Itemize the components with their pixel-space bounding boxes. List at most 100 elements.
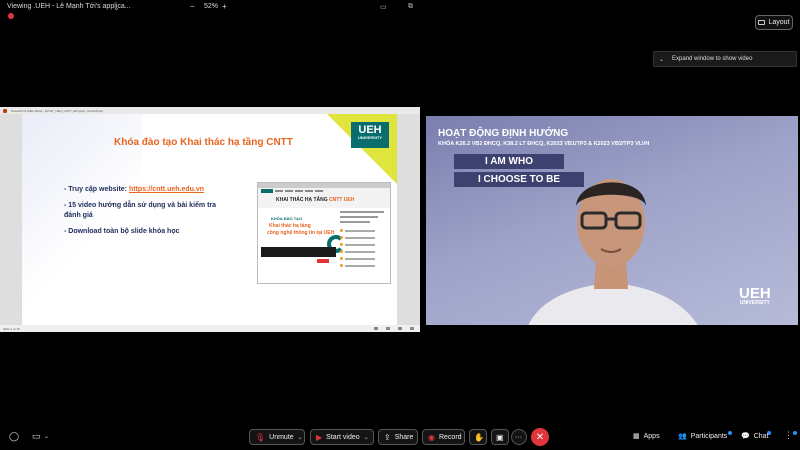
apps-button[interactable]: ▦ Apps	[633, 432, 660, 441]
mic-muted-icon: 🎙	[255, 432, 266, 442]
participants-button[interactable]: 👥 Participants	[678, 432, 728, 441]
participants-label: Participants	[690, 432, 728, 440]
course-card-title-2: công nghệ thông tin tại UEH	[267, 230, 335, 236]
chat-icon: 💬	[741, 433, 750, 440]
website-logo	[261, 189, 273, 193]
website-sidebar	[340, 211, 388, 281]
chat-label: Chat	[753, 432, 769, 440]
website-hero: KHAI THÁC HẠ TẦNG CNTT UEH	[258, 194, 390, 208]
record-label: Record	[438, 433, 462, 441]
slide-bullet-list: - Truy cập website: https://cntt.ueh.edu…	[64, 185, 234, 244]
chat-button[interactable]: 💬 Chat	[741, 432, 769, 441]
zoom-out-button[interactable]: −	[190, 2, 195, 11]
zoom-in-button[interactable]: +	[222, 2, 227, 11]
expand-window-label: Expand window to show video	[672, 56, 753, 62]
list-item: - 15 video hướng dẫn sử dụng và bài kiểm…	[64, 201, 234, 220]
video-ueh-logo-text: UEH	[739, 285, 771, 302]
screen-icon: ▣	[496, 432, 504, 442]
view-icons	[374, 327, 414, 330]
layout-label: Layout	[768, 19, 790, 26]
participant-video[interactable]: HOẠT ĐỘNG ĐỊNH HƯỚNG KHÓA K26.2 VB2 ĐHCQ…	[426, 116, 798, 325]
website-screenshot: KHAI THÁC HẠ TẦNG CNTT UEH KHÓA ĐÀO TẠO …	[257, 182, 391, 284]
unmute-label: Unmute	[269, 433, 294, 441]
cta-button-shape	[317, 259, 329, 263]
video-backdrop-title: HOẠT ĐỘNG ĐỊNH HƯỚNG	[438, 128, 569, 139]
restore-window-icon[interactable]: ▭	[380, 3, 387, 11]
video-ueh-logo: UEH UNIVERSITY	[739, 286, 771, 306]
slideshow-view-icon[interactable]	[410, 327, 414, 330]
video-strip	[261, 247, 336, 257]
notification-dot	[793, 431, 797, 435]
meeting-toolbar: ◯ ▭ ⌄ 🎙 Unmute ⌄ ▶ Start video ⌄ ⇪ Share…	[0, 424, 800, 450]
participants-icon: 👥	[678, 433, 687, 440]
security-icon[interactable]: ◯	[9, 431, 19, 442]
chevron-down-icon[interactable]: ⌄	[298, 434, 303, 441]
text-line	[340, 216, 378, 218]
nav-item	[285, 190, 293, 192]
list-item-text: - Download toàn bộ slide khóa học	[64, 228, 180, 236]
more-options-icon-button[interactable]: ▣	[491, 429, 509, 445]
reactions-button[interactable]: ✋	[469, 429, 487, 445]
slide: UEH UNIVERSITY Khóa đào tạo Khai thác hạ…	[22, 114, 397, 325]
captions-icon[interactable]: ▭	[32, 431, 41, 442]
more-button[interactable]: ···	[511, 429, 527, 445]
checklist-item	[340, 229, 388, 232]
layout-icon	[758, 20, 766, 25]
website-headline-accent: CNTT UEH	[329, 197, 355, 203]
apps-label: Apps	[643, 432, 660, 440]
more-icon: ···	[515, 433, 522, 441]
course-card-title-1: Khai thác hạ tầng	[269, 223, 311, 229]
chevron-down-icon[interactable]: ⌄	[44, 433, 49, 440]
reactions-icon: ✋	[474, 432, 484, 442]
checklist-item	[340, 236, 388, 239]
reading-view-icon[interactable]	[398, 327, 402, 330]
chevron-down-icon[interactable]: ⌄	[364, 434, 369, 441]
list-item-text: - 15 video hướng dẫn sử dụng và bài kiểm…	[64, 202, 217, 219]
website-headline: KHAI THÁC HẠ TẦNG CNTT UEH	[276, 197, 354, 203]
record-icon: ◉	[428, 432, 435, 442]
expand-window-bar[interactable]: ⌄ Expand window to show video	[653, 51, 797, 67]
powerpoint-title: PowerPoint Slide Show - [GTHT_UEH_CNTT_H…	[11, 108, 103, 113]
ueh-logo-subtext: UNIVERSITY	[357, 135, 382, 140]
checklist-item	[340, 243, 388, 246]
start-video-label: Start video	[326, 433, 360, 441]
powerpoint-icon	[3, 108, 7, 113]
website-course-card: KHÓA ĐÀO TẠO Khai thác hạ tầng công nghệ…	[261, 211, 345, 279]
checklist-item	[340, 250, 388, 253]
list-item-text: - Truy cập website:	[64, 186, 129, 193]
record-button[interactable]: ◉ Record	[422, 429, 465, 445]
checklist-item	[340, 264, 388, 267]
list-item: - Download toàn bộ slide khóa học	[64, 227, 234, 236]
text-line	[340, 221, 370, 223]
video-off-icon: ▶	[316, 432, 323, 442]
course-card-label: KHÓA ĐÀO TẠO	[271, 216, 303, 221]
shared-screen: PowerPoint Slide Show - [GTHT_UEH_CNTT_H…	[0, 107, 420, 332]
slide-title: Khóa đào tạo Khai thác hạ tầng CNTT	[114, 137, 293, 148]
notification-dot	[728, 431, 732, 435]
participant-person	[528, 179, 698, 325]
share-button[interactable]: ⇪ Share	[378, 429, 418, 445]
recording-indicator-icon	[8, 13, 14, 19]
slide-area: UEH UNIVERSITY Khóa đào tạo Khai thác hạ…	[0, 114, 420, 325]
unmute-button[interactable]: 🎙 Unmute ⌄	[249, 429, 305, 445]
text-line	[340, 211, 384, 213]
chevron-down-icon[interactable]: ⌄	[113, 3, 120, 12]
close-icon: ✕	[535, 431, 545, 443]
nav-item	[295, 190, 303, 192]
start-video-button[interactable]: ▶ Start video ⌄	[310, 429, 374, 445]
website-headline-text: KHAI THÁC HẠ TẦNG	[276, 197, 330, 203]
list-item: - Truy cập website: https://cntt.ueh.edu…	[64, 185, 234, 194]
website-link[interactable]: https://cntt.ueh.edu.vn	[129, 186, 204, 193]
sorter-view-icon[interactable]	[386, 327, 390, 330]
more-vertical-icon[interactable]: ⋮	[784, 430, 793, 441]
video-backdrop-subtitle: KHÓA K26.2 VB2 ĐHCQ, K38.2 LT ĐHCQ, K202…	[438, 141, 650, 147]
end-call-button[interactable]: ✕	[531, 428, 549, 446]
nav-item	[305, 190, 313, 192]
nav-item	[315, 190, 323, 192]
layout-button[interactable]: Layout	[755, 15, 793, 30]
video-ueh-logo-subtext: UNIVERSITY	[739, 300, 770, 306]
normal-view-icon[interactable]	[374, 327, 378, 330]
popout-icon[interactable]: ⧉	[408, 3, 413, 11]
checklist-item	[340, 257, 388, 260]
nav-item	[275, 190, 283, 192]
